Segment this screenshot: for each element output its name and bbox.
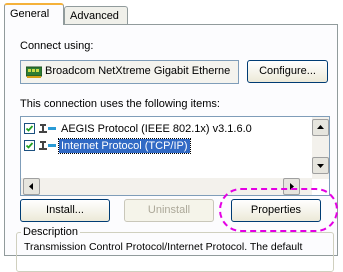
tab-general[interactable]: General bbox=[4, 3, 64, 25]
description-text: Transmission Control Protocol/Internet P… bbox=[24, 241, 303, 253]
tab-advanced-label: Advanced bbox=[70, 10, 119, 22]
items-label: This connection uses the following items… bbox=[20, 98, 220, 110]
arrow-up-icon bbox=[317, 125, 324, 129]
arrow-down-icon bbox=[317, 164, 324, 168]
properties-highlight bbox=[219, 188, 338, 232]
network-protocol-icon bbox=[39, 123, 57, 134]
arrow-left-icon bbox=[29, 183, 33, 190]
tab-general-label: General bbox=[10, 8, 50, 20]
adapter-field: Broadcom NetXtreme Gigabit Etherne bbox=[20, 60, 239, 84]
vertical-scrollbar[interactable] bbox=[312, 117, 329, 179]
install-button[interactable]: Install... bbox=[20, 199, 110, 222]
install-button-label: Install... bbox=[46, 204, 84, 216]
list-item[interactable]: AEGIS Protocol (IEEE 802.1x) v3.1.6.0 bbox=[24, 121, 294, 138]
scroll-down-button[interactable] bbox=[312, 157, 329, 174]
checkbox[interactable] bbox=[24, 140, 35, 151]
list-item[interactable]: Internet Protocol (TCP/IP) bbox=[24, 138, 294, 155]
network-protocol-icon bbox=[39, 140, 57, 151]
checkbox[interactable] bbox=[24, 123, 35, 134]
connect-using-label: Connect using: bbox=[20, 40, 94, 52]
tab-advanced[interactable]: Advanced bbox=[64, 6, 128, 26]
configure-button[interactable]: Configure... bbox=[247, 60, 328, 83]
components-list[interactable]: AEGIS Protocol (IEEE 802.1x) v3.1.6.0 In… bbox=[20, 116, 330, 196]
scroll-up-button[interactable] bbox=[312, 119, 329, 136]
description-title: Description bbox=[21, 226, 81, 238]
configure-button-label: Configure... bbox=[259, 65, 316, 77]
uninstall-button[interactable]: Uninstall bbox=[124, 199, 214, 222]
uninstall-button-label: Uninstall bbox=[147, 204, 191, 216]
adapter-name: Broadcom NetXtreme Gigabit Etherne bbox=[45, 65, 231, 77]
scroll-left-button[interactable] bbox=[23, 178, 40, 195]
list-item-label: Internet Protocol (TCP/IP) bbox=[58, 138, 191, 154]
network-adapter-icon bbox=[25, 66, 43, 78]
list-item-label: AEGIS Protocol (IEEE 802.1x) v3.1.6.0 bbox=[61, 123, 252, 135]
